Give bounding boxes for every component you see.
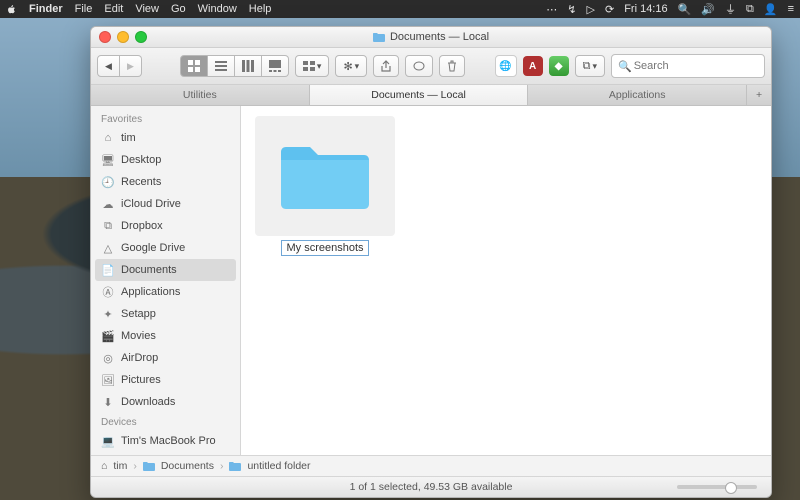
window-title: Documents — Local bbox=[390, 31, 489, 43]
view-gallery-button[interactable] bbox=[262, 55, 289, 77]
menubar-item-window[interactable]: Window bbox=[198, 3, 237, 15]
menubar-item-help[interactable]: Help bbox=[249, 3, 272, 15]
menubar-item-edit[interactable]: Edit bbox=[104, 3, 123, 15]
tab-add-button[interactable]: + bbox=[747, 85, 771, 105]
search-icon: 🔍 bbox=[618, 60, 632, 73]
home-icon: ⌂ bbox=[101, 131, 115, 145]
status-bar: 1 of 1 selected, 49.53 GB available bbox=[91, 476, 771, 497]
clock-icon: 🕘 bbox=[101, 175, 115, 189]
sidebar-item-recents[interactable]: 🕘Recents bbox=[91, 171, 240, 193]
folder-icon bbox=[143, 461, 155, 471]
spotlight-icon[interactable]: 🔍 bbox=[678, 3, 692, 16]
sidebar-item-downloads[interactable]: ⬇Downloads bbox=[91, 391, 240, 413]
folder-icon bbox=[229, 461, 241, 471]
sidebar-item-setapp[interactable]: ✦Setapp bbox=[91, 303, 240, 325]
folder-name-input[interactable]: My screenshots bbox=[281, 240, 368, 256]
forward-button[interactable]: ▶ bbox=[120, 55, 142, 77]
share-button[interactable] bbox=[373, 55, 399, 77]
sidebar-item-macbook[interactable]: 💻Tim's MacBook Pro bbox=[91, 430, 240, 452]
search-input[interactable] bbox=[632, 59, 772, 73]
status-icon[interactable]: ↯ bbox=[567, 3, 576, 16]
sidebar-item-movies[interactable]: 🎬Movies bbox=[91, 325, 240, 347]
toolbar-app-3[interactable]: ◆ bbox=[549, 56, 569, 76]
pictures-icon: 🖼 bbox=[101, 373, 115, 387]
tabs-bar: Utilities Documents — Local Applications… bbox=[91, 85, 771, 106]
content-area[interactable]: My screenshots bbox=[241, 106, 771, 455]
status-text: 1 of 1 selected, 49.53 GB available bbox=[350, 481, 513, 493]
menubar-item-view[interactable]: View bbox=[135, 3, 159, 15]
zoom-button[interactable] bbox=[135, 31, 147, 43]
minimize-button[interactable] bbox=[117, 31, 129, 43]
sidebar-item-desktop[interactable]: 🖥Desktop bbox=[91, 149, 240, 171]
icon-size-slider[interactable] bbox=[677, 485, 757, 489]
menubar: Finder File Edit View Go Window Help ⋯ ↯… bbox=[0, 0, 800, 18]
tab-applications[interactable]: Applications bbox=[528, 85, 747, 105]
tab-documents[interactable]: Documents — Local bbox=[310, 85, 529, 105]
wifi-icon[interactable]: ⏚ bbox=[725, 1, 736, 17]
view-icon-button[interactable] bbox=[180, 55, 208, 77]
status-icon[interactable]: ⋯ bbox=[546, 3, 557, 16]
dropbox-button[interactable]: ⧉▾ bbox=[575, 55, 605, 77]
folder-icon bbox=[373, 32, 385, 42]
sidebar-item-icloud[interactable]: ☁iCloud Drive bbox=[91, 193, 240, 215]
sidebar-heading-devices: Devices bbox=[91, 413, 240, 430]
path-bar: ⌂ tim › Documents › untitled folder bbox=[91, 455, 771, 476]
doc-icon: 📄 bbox=[101, 263, 115, 277]
folder-item[interactable]: My screenshots bbox=[255, 116, 395, 256]
path-segment[interactable]: untitled folder bbox=[247, 460, 310, 472]
volume-icon[interactable]: 🔊 bbox=[701, 3, 715, 16]
tags-button[interactable] bbox=[405, 55, 433, 77]
sidebar-item-gdrive[interactable]: △Google Drive bbox=[91, 237, 240, 259]
folder-icon bbox=[275, 136, 375, 216]
sidebar-item-airdrop[interactable]: ◎AirDrop bbox=[91, 347, 240, 369]
trash-button[interactable] bbox=[439, 55, 465, 77]
dropbox-icon: ⧉ bbox=[101, 219, 115, 233]
close-button[interactable] bbox=[99, 31, 111, 43]
app-icon: Ⓐ bbox=[101, 285, 115, 299]
path-segment[interactable]: Documents bbox=[161, 460, 214, 472]
airdrop-icon: ◎ bbox=[101, 351, 115, 365]
menubar-clock[interactable]: Fri 14:16 bbox=[624, 3, 667, 15]
arrange-button[interactable]: ▾ bbox=[295, 55, 330, 77]
tab-utilities[interactable]: Utilities bbox=[91, 85, 310, 105]
toolbar-app-2[interactable]: A bbox=[523, 56, 543, 76]
finder-window: Documents — Local ◀ ▶ ▾ ✻▾ 🌐 A ◆ ⧉▾ 🔍 Ut… bbox=[90, 26, 772, 498]
view-list-button[interactable] bbox=[208, 55, 235, 77]
view-column-button[interactable] bbox=[235, 55, 262, 77]
toolbar-app-1[interactable]: 🌐 bbox=[495, 55, 517, 77]
action-button[interactable]: ✻▾ bbox=[335, 55, 367, 77]
sidebar-item-applications[interactable]: ⒶApplications bbox=[91, 281, 240, 303]
sidebar-heading-favorites: Favorites bbox=[91, 110, 240, 127]
sidebar-item-pictures[interactable]: 🖼Pictures bbox=[91, 369, 240, 391]
search-field[interactable]: 🔍 bbox=[611, 54, 765, 78]
laptop-icon: 💻 bbox=[101, 434, 115, 448]
bluetooth-icon[interactable]: ⧉ bbox=[746, 3, 754, 16]
menubar-app-name[interactable]: Finder bbox=[29, 3, 63, 15]
menubar-item-go[interactable]: Go bbox=[171, 3, 186, 15]
home-icon: ⌂ bbox=[101, 460, 107, 472]
back-button[interactable]: ◀ bbox=[97, 55, 120, 77]
sidebar: Favorites ⌂tim 🖥Desktop 🕘Recents ☁iCloud… bbox=[91, 106, 241, 455]
desktop-icon: 🖥 bbox=[101, 153, 115, 167]
toolbar: ◀ ▶ ▾ ✻▾ 🌐 A ◆ ⧉▾ 🔍 bbox=[91, 48, 771, 85]
sidebar-item-tim[interactable]: ⌂tim bbox=[91, 127, 240, 149]
path-segment[interactable]: tim bbox=[113, 460, 127, 472]
cloud-icon: ☁ bbox=[101, 197, 115, 211]
status-icon[interactable]: ⟳ bbox=[605, 3, 614, 16]
setapp-icon: ✦ bbox=[101, 307, 115, 321]
apple-icon[interactable] bbox=[6, 4, 17, 15]
titlebar: Documents — Local bbox=[91, 27, 771, 48]
notification-icon[interactable]: ≡ bbox=[788, 3, 794, 15]
movies-icon: 🎬 bbox=[101, 329, 115, 343]
menubar-item-file[interactable]: File bbox=[75, 3, 93, 15]
sidebar-item-documents[interactable]: 📄Documents bbox=[95, 259, 236, 281]
gdrive-icon: △ bbox=[101, 241, 115, 255]
status-icon[interactable]: ▷ bbox=[587, 3, 595, 16]
user-icon[interactable]: 👤 bbox=[764, 3, 778, 16]
sidebar-item-dropbox[interactable]: ⧉Dropbox bbox=[91, 215, 240, 237]
downloads-icon: ⬇ bbox=[101, 395, 115, 409]
